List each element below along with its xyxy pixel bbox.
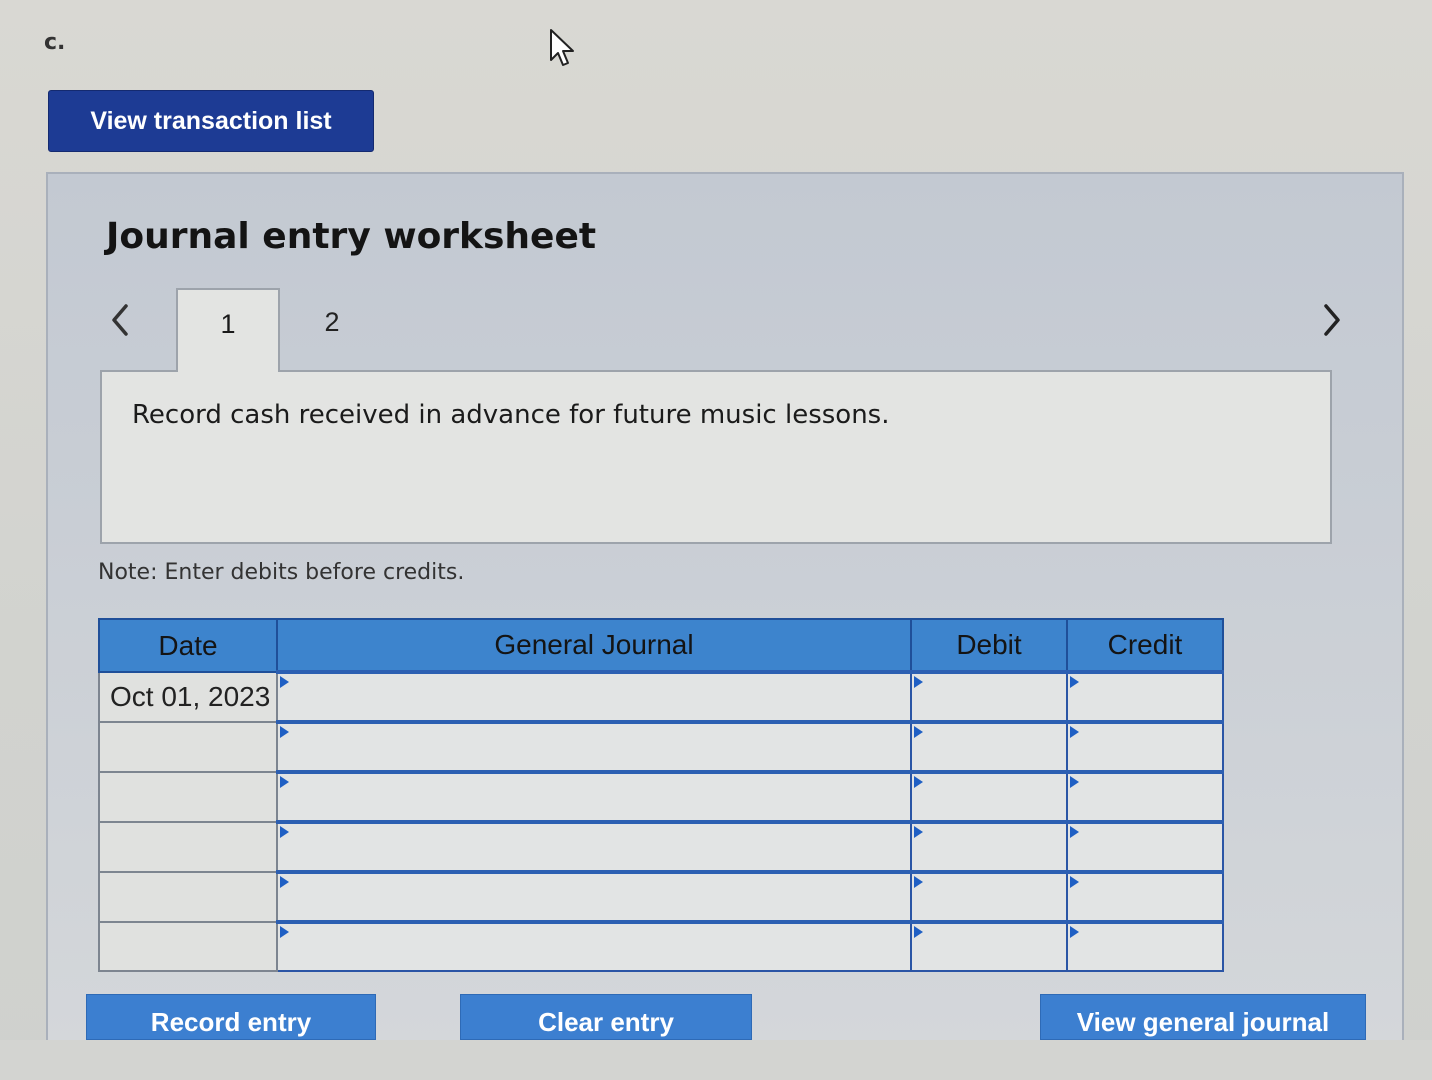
dropdown-marker-icon [280, 676, 289, 688]
tab-2[interactable]: 2 [280, 288, 384, 370]
debit-input[interactable] [910, 870, 1068, 923]
table-header-row: Date General Journal Debit Credit [98, 618, 1224, 673]
worksheet-title: Journal entry worksheet [106, 216, 597, 257]
date-cell [98, 821, 278, 873]
mouse-pointer-icon [550, 29, 574, 66]
dropdown-marker-icon [914, 726, 923, 738]
dropdown-marker-icon [280, 876, 289, 888]
dropdown-marker-icon [914, 776, 923, 788]
transaction-description: Record cash received in advance for futu… [132, 400, 890, 430]
credit-input[interactable] [1066, 770, 1224, 823]
account-select[interactable] [276, 820, 912, 873]
dropdown-marker-icon [280, 926, 289, 938]
header-debit: Debit [910, 618, 1068, 673]
header-date: Date [98, 618, 278, 673]
clear-entry-button[interactable]: Clear entry [460, 994, 752, 1040]
account-select[interactable] [276, 920, 912, 972]
debit-input[interactable] [910, 670, 1068, 723]
table-row [98, 720, 1224, 773]
account-select[interactable] [276, 770, 912, 823]
debit-input[interactable] [910, 820, 1068, 873]
journal-table: Date General Journal Debit Credit Oct 01… [98, 618, 1224, 972]
date-cell [98, 771, 278, 823]
dropdown-marker-icon [280, 726, 289, 738]
table-row [98, 920, 1224, 972]
entry-note: Note: Enter debits before credits. [98, 560, 465, 585]
table-row [98, 820, 1224, 873]
account-select[interactable] [276, 870, 912, 923]
bottom-strip [0, 1040, 1432, 1080]
dropdown-marker-icon [1070, 676, 1079, 688]
journal-entry-worksheet: Journal entry worksheet 1 2 Record cash … [46, 172, 1404, 1052]
dropdown-marker-icon [1070, 826, 1079, 838]
dropdown-marker-icon [1070, 926, 1079, 938]
record-entry-button[interactable]: Record entry [86, 994, 376, 1040]
dropdown-marker-icon [914, 876, 923, 888]
dropdown-marker-icon [1070, 876, 1079, 888]
chevron-left-icon[interactable] [108, 302, 132, 338]
account-select[interactable] [276, 720, 912, 773]
header-credit: Credit [1066, 618, 1224, 673]
dropdown-marker-icon [280, 826, 289, 838]
date-cell [98, 871, 278, 923]
credit-input[interactable] [1066, 870, 1224, 923]
account-select[interactable] [276, 670, 912, 723]
debit-input[interactable] [910, 720, 1068, 773]
credit-input[interactable] [1066, 820, 1224, 873]
dropdown-marker-icon [914, 926, 923, 938]
table-row [98, 870, 1224, 923]
header-general-journal: General Journal [276, 618, 912, 673]
dropdown-marker-icon [1070, 776, 1079, 788]
debit-input[interactable] [910, 920, 1068, 972]
dropdown-marker-icon [1070, 726, 1079, 738]
view-transaction-list-button[interactable]: View transaction list [48, 90, 374, 152]
dropdown-marker-icon [914, 676, 923, 688]
tab-label: 1 [220, 308, 236, 339]
chevron-right-icon[interactable] [1320, 302, 1344, 338]
dropdown-marker-icon [280, 776, 289, 788]
view-general-journal-button[interactable]: View general journal [1040, 994, 1366, 1040]
date-cell: Oct 01, 2023 [98, 671, 278, 723]
debit-input[interactable] [910, 770, 1068, 823]
dropdown-marker-icon [914, 826, 923, 838]
tab-label: 2 [324, 306, 340, 337]
date-cell [98, 721, 278, 773]
credit-input[interactable] [1066, 920, 1224, 972]
transaction-description-box: Record cash received in advance for futu… [100, 370, 1332, 544]
tab-1[interactable]: 1 [176, 288, 280, 372]
date-cell [98, 921, 278, 972]
credit-input[interactable] [1066, 670, 1224, 723]
table-row: Oct 01, 2023 [98, 670, 1224, 723]
credit-input[interactable] [1066, 720, 1224, 773]
part-label: c. [44, 30, 66, 55]
table-row [98, 770, 1224, 823]
